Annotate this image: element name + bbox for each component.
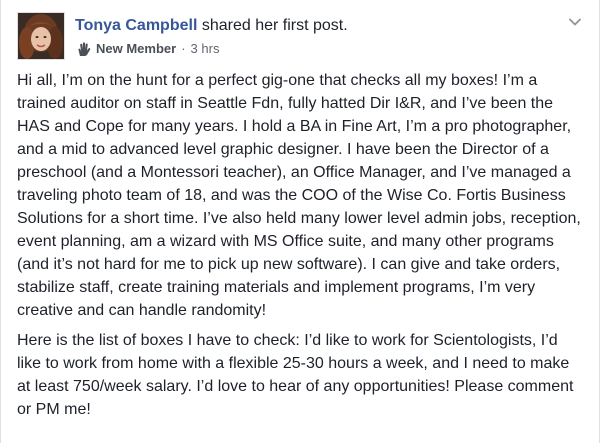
- member-badge-label: New Member: [96, 41, 177, 56]
- post-headline: Tonya Campbell shared her first post.: [75, 16, 348, 36]
- author-name-link[interactable]: Tonya Campbell: [75, 17, 197, 34]
- post-timestamp[interactable]: 3 hrs: [191, 40, 220, 58]
- post-subline: New Member · 3 hrs: [75, 40, 348, 58]
- post-action-text: shared her first post.: [201, 17, 348, 34]
- post-paragraph: Hi all, I’m on the hunt for a perfect gi…: [17, 72, 581, 319]
- post-options-button[interactable]: [567, 14, 583, 30]
- avatar[interactable]: [17, 12, 65, 60]
- post-body: Hi all, I’m on the hunt for a perfect gi…: [17, 69, 585, 428]
- chevron-down-icon: [569, 18, 581, 26]
- post-header: Tonya Campbell shared her first post. Ne…: [17, 12, 348, 68]
- wave-hand-icon: [75, 41, 93, 57]
- meta-separator: ·: [181, 41, 186, 56]
- post-card: Tonya Campbell shared her first post. Ne…: [0, 0, 600, 443]
- post-paragraph: Here is the list of boxes I have to chec…: [17, 332, 574, 418]
- avatar-photo: [18, 13, 64, 59]
- post-meta: Tonya Campbell shared her first post. Ne…: [75, 12, 348, 58]
